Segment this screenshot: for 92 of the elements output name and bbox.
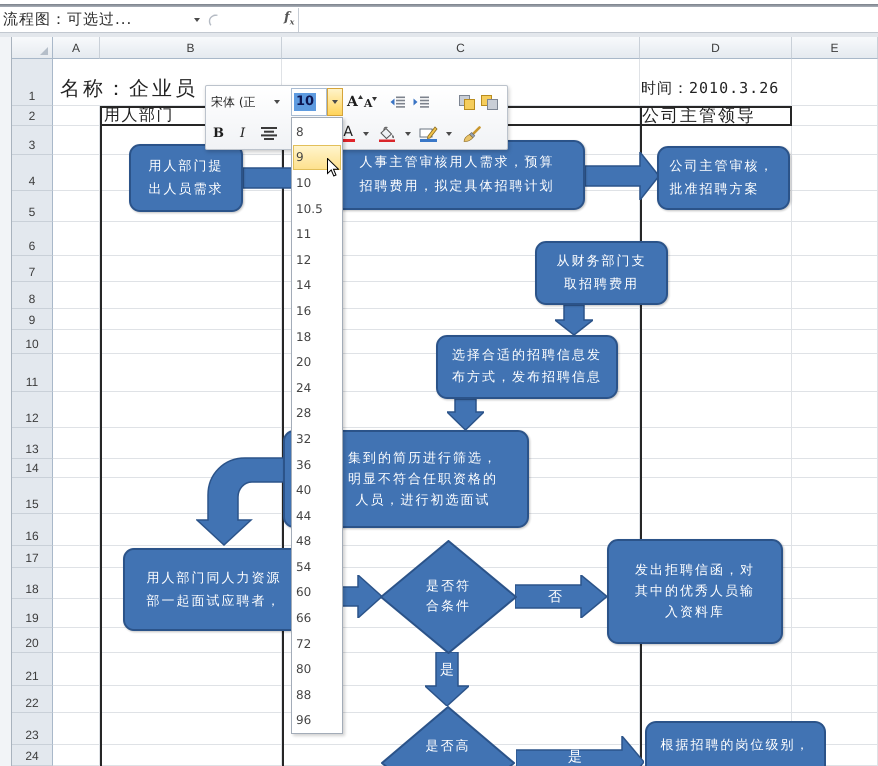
font-size-option[interactable]: 36 bbox=[293, 452, 341, 478]
arrow-label: 是 bbox=[440, 662, 454, 678]
column-header[interactable]: B bbox=[100, 37, 282, 59]
shrink-font-button[interactable]: A bbox=[364, 92, 378, 112]
font-size-option[interactable]: 11 bbox=[293, 221, 341, 247]
font-size-option[interactable]: 12 bbox=[293, 246, 341, 273]
row-header[interactable]: 21 bbox=[12, 653, 53, 686]
caret-icon[interactable] bbox=[405, 132, 412, 136]
italic-button[interactable]: I bbox=[240, 126, 246, 142]
decrease-indent-icon[interactable] bbox=[390, 96, 406, 108]
process-box: 根据招聘的岗位级别， bbox=[645, 721, 826, 766]
caret-icon[interactable] bbox=[446, 132, 452, 136]
row-header[interactable]: 15 bbox=[12, 478, 53, 514]
caret-icon bbox=[332, 100, 338, 104]
block-arrow bbox=[447, 399, 484, 430]
row-header[interactable]: 22 bbox=[12, 686, 53, 713]
down-caret-icon bbox=[372, 96, 378, 100]
font-size-option[interactable]: 9 bbox=[293, 144, 341, 170]
column-header[interactable]: A bbox=[53, 37, 100, 59]
font-size-option[interactable]: 24 bbox=[293, 374, 341, 401]
row-header[interactable]: 8 bbox=[12, 282, 53, 309]
row-header[interactable]: 1 bbox=[12, 59, 53, 106]
arc-icon bbox=[208, 14, 218, 26]
row-header[interactable]: 5 bbox=[12, 191, 53, 222]
stacked-squares-icon[interactable] bbox=[481, 94, 498, 110]
row-header[interactable]: 19 bbox=[12, 599, 53, 628]
date-text: 时间：2010.3.26 bbox=[640, 79, 780, 97]
process-box: 发出拒聘信函，对其中的优秀人员输入资料库 bbox=[607, 539, 783, 644]
font-size-option[interactable]: 28 bbox=[293, 400, 341, 426]
row-header[interactable]: 16 bbox=[12, 514, 53, 546]
row-header[interactable]: 12 bbox=[12, 392, 53, 428]
block-arrow bbox=[343, 575, 382, 618]
decision-diamond: 是否符合条件 bbox=[380, 540, 517, 654]
row-header[interactable]: 23 bbox=[12, 713, 53, 745]
triangle-icon bbox=[40, 47, 48, 55]
grow-font-button[interactable]: A bbox=[347, 94, 363, 110]
row-header[interactable]: 17 bbox=[12, 546, 53, 568]
font-name-field[interactable]: 宋体 (正 bbox=[211, 91, 283, 113]
font-size-option[interactable]: 72 bbox=[293, 630, 341, 656]
function-button[interactable]: f$_{x}$ bbox=[284, 10, 294, 30]
stacked-squares-icon[interactable] bbox=[459, 94, 476, 110]
font-size-option[interactable]: 16 bbox=[293, 298, 341, 324]
row-header[interactable]: 11 bbox=[12, 354, 53, 392]
row-header[interactable]: 14 bbox=[12, 459, 53, 478]
process-box: 选择合适的招聘信息发布方式，发布招聘信息 bbox=[436, 335, 618, 399]
font-size-option[interactable]: 14 bbox=[293, 272, 341, 298]
row-header[interactable]: 24 bbox=[12, 745, 53, 766]
paintbrush-icon[interactable] bbox=[463, 126, 482, 142]
font-size-option[interactable]: 20 bbox=[293, 349, 341, 375]
column-header[interactable]: E bbox=[792, 37, 878, 59]
caret-icon[interactable] bbox=[363, 132, 370, 136]
process-box: 从财务部门支取招聘费用 bbox=[535, 241, 668, 305]
column-header[interactable]: D bbox=[640, 37, 792, 59]
align-center-icon[interactable] bbox=[261, 127, 278, 140]
process-box: 公司主管审核，批准招聘方案 bbox=[657, 146, 790, 210]
column-header[interactable]: C bbox=[282, 37, 640, 59]
process-box: 用人部门提出人员需求 bbox=[129, 144, 243, 212]
pointer-cursor-icon bbox=[327, 158, 339, 177]
arrow-label: 是 bbox=[568, 749, 582, 765]
row-header[interactable]: 20 bbox=[12, 628, 53, 653]
font-size-option[interactable]: 18 bbox=[293, 324, 341, 350]
dropdown-button[interactable] bbox=[327, 88, 343, 116]
row-header[interactable]: 13 bbox=[12, 428, 53, 459]
up-caret-icon bbox=[358, 95, 363, 99]
name-box[interactable]: 流程图：可选过... bbox=[0, 8, 186, 30]
row-header[interactable]: 2 bbox=[12, 106, 53, 126]
paint-bucket-icon[interactable] bbox=[378, 126, 396, 142]
font-size-field[interactable]: 10 bbox=[291, 88, 327, 116]
decision-diamond: 是否高 bbox=[381, 706, 515, 766]
bold-button[interactable]: B bbox=[213, 126, 224, 142]
font-size-option[interactable]: 40 bbox=[293, 477, 341, 503]
arrow-label: 否 bbox=[548, 589, 562, 605]
row-header[interactable]: 6 bbox=[12, 222, 53, 256]
font-size-option[interactable]: 80 bbox=[293, 656, 341, 682]
font-size-option[interactable]: 44 bbox=[293, 502, 341, 528]
row-header[interactable]: 3 bbox=[12, 126, 53, 155]
block-arrow bbox=[425, 652, 469, 706]
row-header[interactable]: 10 bbox=[12, 330, 53, 354]
increase-indent-icon[interactable] bbox=[413, 96, 430, 108]
row-header[interactable]: 4 bbox=[12, 155, 53, 191]
block-arrow bbox=[555, 305, 593, 335]
caret-icon[interactable] bbox=[194, 18, 200, 22]
pencil-icon[interactable] bbox=[419, 126, 438, 142]
font-size-option[interactable]: 88 bbox=[293, 682, 341, 708]
caret-icon bbox=[274, 100, 280, 104]
sheet-title: 名称：企业员 bbox=[59, 77, 198, 101]
lane-heading: 用人部门 bbox=[103, 108, 174, 124]
row-header[interactable]: 9 bbox=[12, 309, 53, 330]
row-header[interactable]: 7 bbox=[12, 256, 53, 282]
lane-heading: 公司主管领导 bbox=[641, 108, 756, 124]
row-header[interactable]: 18 bbox=[12, 568, 53, 599]
font-size-option[interactable]: 96 bbox=[293, 708, 341, 734]
